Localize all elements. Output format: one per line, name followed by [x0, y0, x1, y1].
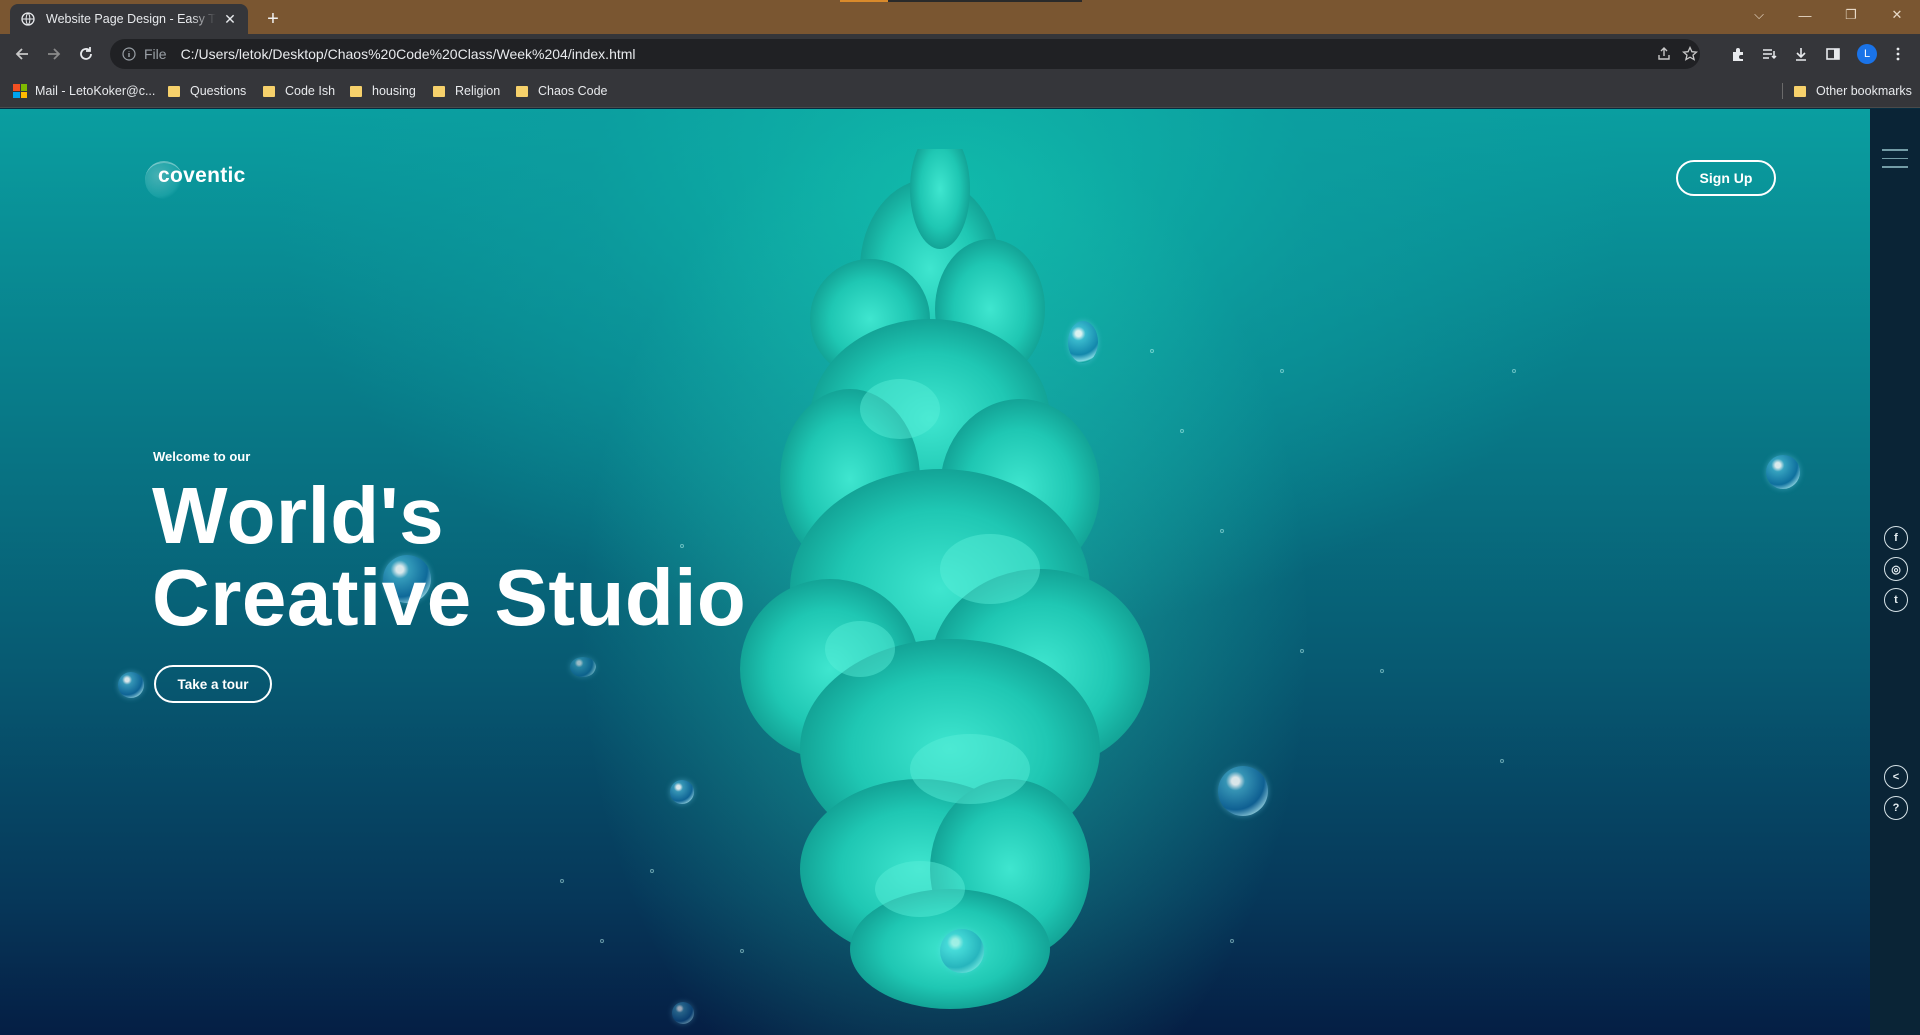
folder-icon — [433, 85, 445, 97]
microsoft-icon — [13, 84, 27, 98]
back-arrow-icon — [15, 48, 28, 60]
bookmark-religion[interactable]: Religion — [433, 81, 500, 101]
bubble-image — [1068, 321, 1098, 363]
new-tab-button[interactable]: + — [260, 6, 286, 32]
facebook-icon[interactable]: f — [1884, 526, 1908, 550]
speck — [1500, 759, 1504, 763]
browser-titlebar: Website Page Design - Easy Tutorials ✕ +… — [0, 0, 1920, 34]
url-text[interactable]: C:/Users/letok/Desktop/Chaos%20Code%20Cl… — [181, 46, 636, 62]
take-a-tour-button[interactable]: Take a tour — [154, 665, 272, 703]
headline-line-1: World's — [152, 471, 445, 560]
sign-up-button[interactable]: Sign Up — [1676, 160, 1776, 196]
speck — [1512, 369, 1516, 373]
speck — [650, 869, 654, 873]
bookmark-questions[interactable]: Questions — [168, 81, 246, 101]
other-bookmarks[interactable]: Other bookmarks — [1794, 81, 1912, 101]
bubble-image — [670, 780, 694, 804]
hero-headline: World's Creative Studio — [152, 475, 746, 639]
restore-button[interactable]: ❐ — [1828, 0, 1874, 30]
bookmark-label: Religion — [455, 84, 501, 98]
profile-avatar[interactable]: L — [1857, 44, 1877, 64]
right-sidebar: f ◎ t < ? — [1870, 109, 1920, 1035]
bookmark-label: Mail - LetoKoker@c... — [35, 84, 156, 98]
site-logo[interactable]: coventic — [158, 164, 246, 188]
speck — [740, 949, 744, 953]
other-bookmarks-label: Other bookmarks — [1816, 84, 1912, 98]
speck — [1300, 649, 1304, 653]
bubble-image — [1766, 455, 1800, 489]
welcome-text: Welcome to our — [153, 449, 251, 464]
minimize-button[interactable]: — — [1782, 0, 1828, 30]
headline-line-2: Creative Studio — [152, 553, 747, 642]
bookmark-label: Chaos Code — [538, 84, 608, 98]
bookmark-mail[interactable]: Mail - LetoKoker@c... — [13, 81, 155, 101]
bookmark-star-icon[interactable] — [1676, 39, 1704, 69]
folder-icon — [350, 85, 362, 97]
speck — [1230, 939, 1234, 943]
folder-icon — [168, 85, 180, 97]
forward-button[interactable] — [40, 40, 68, 68]
browser-toolbar: File C:/Users/letok/Desktop/Chaos%20Code… — [0, 34, 1920, 74]
help-icon[interactable]: ? — [1884, 796, 1908, 820]
speck — [1180, 429, 1184, 433]
kebab-menu-icon[interactable] — [1884, 40, 1912, 68]
share-page-icon[interactable] — [1650, 39, 1678, 69]
close-window-button[interactable]: ✕ — [1874, 0, 1920, 30]
bookmarks-bar: Mail - LetoKoker@c... Questions Code Ish… — [0, 74, 1920, 108]
speck — [1380, 669, 1384, 673]
info-icon[interactable] — [120, 45, 138, 63]
twitter-icon[interactable]: t — [1884, 588, 1908, 612]
address-bar[interactable]: File C:/Users/letok/Desktop/Chaos%20Code… — [110, 39, 1700, 69]
share-icon[interactable]: < — [1884, 765, 1908, 789]
browser-tab[interactable]: Website Page Design - Easy Tutorials ✕ — [10, 4, 248, 34]
tab-title: Website Page Design - Easy Tutorials — [46, 12, 216, 26]
reload-button[interactable] — [72, 40, 100, 68]
bookmark-code-ish[interactable]: Code Ish — [263, 81, 335, 101]
ink-cloud-image — [740, 149, 1150, 1009]
titlebar-accent — [840, 0, 888, 2]
url-scheme: File — [144, 46, 167, 62]
speck — [600, 939, 604, 943]
side-panel-icon[interactable] — [1819, 40, 1847, 68]
download-icon[interactable] — [1787, 40, 1815, 68]
hero-section: coventic Sign Up Welcome to our World's … — [0, 109, 1870, 1035]
bubble-image — [940, 929, 984, 973]
folder-icon — [1794, 85, 1806, 97]
forward-arrow-icon — [48, 48, 61, 60]
hamburger-menu-icon[interactable] — [1882, 149, 1908, 169]
speck — [1150, 349, 1154, 353]
bubble-image — [672, 1002, 694, 1024]
tab-search-icon[interactable]: ⌵ — [1736, 0, 1782, 30]
speck — [1280, 369, 1284, 373]
bookmark-label: Code Ish — [285, 84, 336, 98]
bubble-image — [1218, 766, 1268, 816]
extensions-icon[interactable] — [1724, 40, 1752, 68]
bookmark-housing[interactable]: housing — [350, 81, 416, 101]
reload-icon — [80, 47, 92, 60]
bookmarks-separator — [1782, 83, 1783, 99]
folder-icon — [263, 85, 275, 97]
globe-icon — [20, 11, 36, 27]
bookmark-label: housing — [372, 84, 416, 98]
titlebar-accent-dark — [888, 0, 1082, 2]
close-tab-icon[interactable]: ✕ — [222, 11, 238, 27]
instagram-icon[interactable]: ◎ — [1884, 557, 1908, 581]
bubble-image — [118, 672, 144, 698]
reading-list-icon[interactable] — [1755, 40, 1783, 68]
folder-icon — [516, 85, 528, 97]
bookmark-label: Questions — [190, 84, 247, 98]
speck — [1220, 529, 1224, 533]
speck — [560, 879, 564, 883]
bubble-image — [570, 657, 596, 677]
bookmark-chaos-code[interactable]: Chaos Code — [516, 81, 608, 101]
back-button[interactable] — [8, 40, 36, 68]
